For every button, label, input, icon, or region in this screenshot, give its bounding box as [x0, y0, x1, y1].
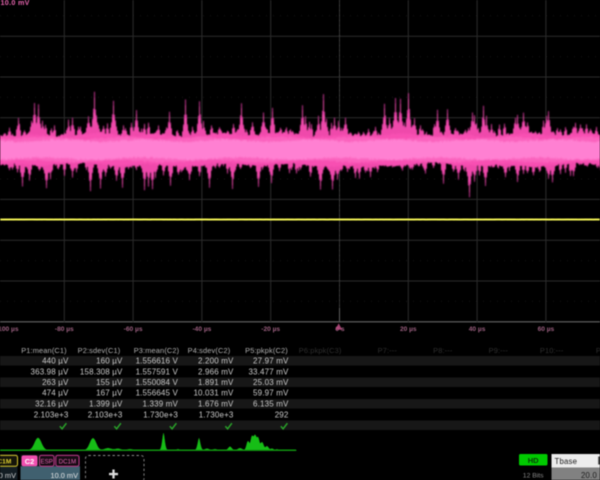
svg-text:HD: HD: [528, 456, 539, 465]
svg-text:25.03 mV: 25.03 mV: [253, 378, 289, 387]
svg-text:292: 292: [275, 411, 289, 420]
svg-text:2.200 mV: 2.200 mV: [198, 357, 234, 366]
svg-text:12 Bits: 12 Bits: [523, 473, 544, 480]
svg-text:P4:sdev(C2): P4:sdev(C2): [188, 346, 231, 355]
svg-text:DC1M: DC1M: [59, 458, 77, 465]
svg-text:2.966 mV: 2.966 mV: [198, 368, 234, 377]
svg-text:32.16 µV: 32.16 µV: [35, 400, 69, 409]
svg-text:2.103e+3: 2.103e+3: [34, 411, 69, 420]
svg-text:363.98 µV: 363.98 µV: [31, 368, 70, 377]
svg-text:P2:sdev(C1): P2:sdev(C1): [78, 346, 121, 355]
svg-text:1.891 mV: 1.891 mV: [198, 378, 234, 387]
svg-text:40 µs: 40 µs: [469, 326, 486, 333]
svg-text:10.031 mV: 10.031 mV: [193, 389, 234, 398]
svg-text:P8:---: P8:---: [433, 346, 453, 355]
svg-text:20 µs: 20 µs: [400, 326, 417, 333]
svg-text:-20 µs: -20 µs: [261, 326, 280, 333]
svg-text:P9:---: P9:---: [489, 346, 509, 355]
svg-text:158.308 µV: 158.308 µV: [80, 368, 123, 377]
svg-text:P6:pkpk(C3): P6:pkpk(C3): [299, 346, 342, 355]
svg-text:440 µV: 440 µV: [42, 357, 69, 366]
svg-text:1.730e+3: 1.730e+3: [143, 411, 178, 420]
svg-text:59.97 mV: 59.97 mV: [253, 389, 289, 398]
svg-text:P1:mean(C1): P1:mean(C1): [21, 346, 67, 355]
svg-text:10.0 mV: 10.0 mV: [1, 0, 30, 7]
svg-text:-100 µs: -100 µs: [0, 326, 19, 333]
svg-text:1.339 mV: 1.339 mV: [143, 400, 179, 409]
svg-text:20.0 µs: 20.0 µs: [581, 471, 600, 480]
svg-text:-80 µs: -80 µs: [55, 326, 74, 333]
svg-text:10.0 mV: 10.0 mV: [50, 471, 78, 480]
svg-text:2.103e+3: 2.103e+3: [88, 411, 123, 420]
svg-text:P5:pkpk(C2): P5:pkpk(C2): [245, 346, 288, 355]
svg-text:155 µV: 155 µV: [96, 378, 123, 387]
svg-text:1.556616 V: 1.556616 V: [136, 357, 179, 366]
svg-text:DC1M: DC1M: [0, 459, 12, 466]
svg-text:27.97 mV: 27.97 mV: [253, 357, 289, 366]
svg-text:1.399 µV: 1.399 µV: [89, 400, 123, 409]
svg-text:167 µV: 167 µV: [96, 389, 123, 398]
svg-text:P7:---: P7:---: [378, 346, 398, 355]
svg-text:1.557591 V: 1.557591 V: [136, 368, 179, 377]
svg-text:-40 µs: -40 µs: [192, 326, 211, 333]
svg-text:Tbase: Tbase: [555, 457, 578, 466]
svg-text:6.135 mV: 6.135 mV: [253, 400, 289, 409]
svg-text:1.550084 V: 1.550084 V: [136, 378, 179, 387]
svg-text:P3:mean(C2): P3:mean(C2): [134, 346, 180, 355]
svg-text:33.477 mV: 33.477 mV: [248, 368, 289, 377]
svg-text:1.730e+3: 1.730e+3: [199, 411, 234, 420]
svg-text:160 µV: 160 µV: [96, 357, 123, 366]
svg-text:1.556645 V: 1.556645 V: [136, 389, 179, 398]
svg-text:-60 µs: -60 µs: [124, 326, 143, 333]
svg-text:0 mV: 0 mV: [0, 471, 16, 480]
svg-text:P10:---: P10:---: [540, 346, 564, 355]
svg-text:ESP: ESP: [41, 458, 53, 465]
svg-text:C2: C2: [25, 457, 34, 466]
svg-text:1.676 mV: 1.676 mV: [198, 400, 234, 409]
svg-text:60 µs: 60 µs: [538, 326, 555, 333]
svg-text:263 µV: 263 µV: [42, 378, 69, 387]
svg-text:474 µV: 474 µV: [42, 389, 69, 398]
svg-text:P11:---: P11:---: [596, 346, 600, 355]
